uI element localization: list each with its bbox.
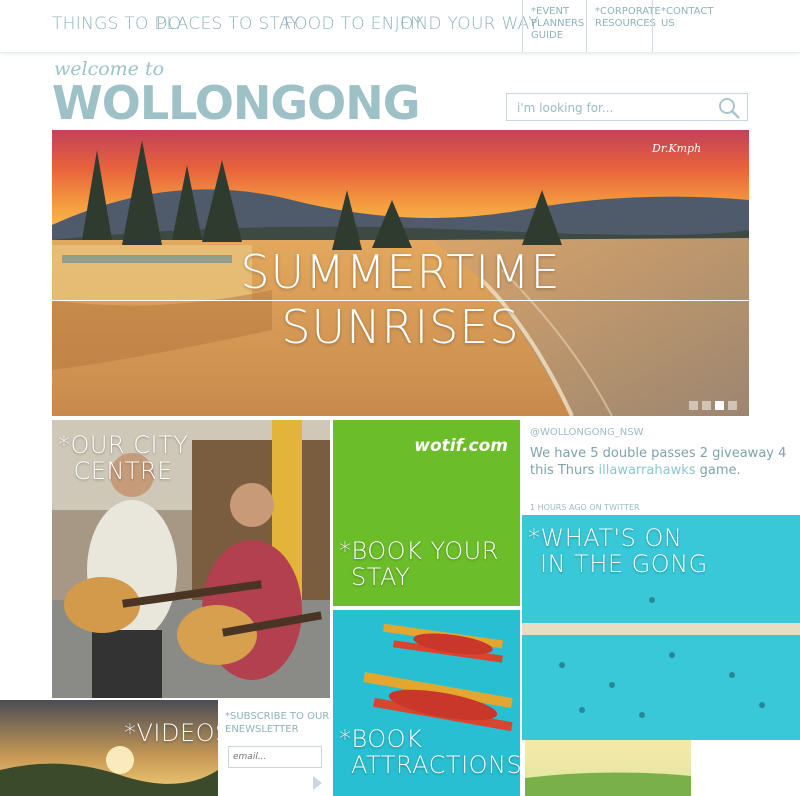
hero-title-line-1: SUMMERTIME [240, 245, 561, 299]
subnav-label-line: *CONTACT [661, 6, 714, 17]
slide-dot[interactable] [702, 401, 711, 410]
search-icon[interactable] [717, 96, 741, 120]
tile-whats-on[interactable]: *WHAT'S ON IN THE GONG [522, 515, 800, 740]
nav-find-your-way[interactable]: FIND YOUR WAY [400, 14, 539, 34]
search-box [506, 93, 748, 121]
tile-book-attractions[interactable]: *BOOK ATTRACTIONS [333, 610, 520, 796]
videos-image [0, 700, 218, 796]
subnav-contact-us[interactable]: *CONTACT US [652, 0, 718, 52]
tile-title-line: *WHAT'S ON [528, 524, 683, 552]
tile-title: *BOOK YOUR STAY [339, 538, 499, 590]
tweet-link[interactable]: illawarrahawks [599, 463, 696, 478]
subnav-label-line: PLANNERS [531, 18, 585, 29]
top-navigation: THINGS TO DO PLACES TO STAY FOOD TO ENJO… [0, 0, 800, 53]
tile-title-line: CENTRE [73, 457, 173, 485]
wotif-logo: wotif.com [414, 436, 508, 456]
tile-partial-landscape[interactable] [525, 740, 691, 796]
tile-title-line: *BOOK YOUR [339, 537, 499, 565]
newsletter-label-line: *SUBSCRIBE TO OUR [225, 711, 330, 722]
landscape-image [525, 740, 691, 796]
tile-title: *BOOK ATTRACTIONS [339, 726, 520, 778]
slide-indicators [689, 401, 737, 410]
subnav-event-planners-guide[interactable]: *EVENT PLANNERS GUIDE [522, 0, 586, 52]
tile-title-line: ATTRACTIONS [351, 751, 520, 779]
search-input[interactable] [515, 98, 709, 118]
newsletter-label-line: ENEWSLETTER [225, 724, 299, 735]
subnav-corporate-resources[interactable]: *CORPORATE RESOURCES [586, 0, 661, 52]
site-logo[interactable]: WOLLONGONG [52, 76, 421, 130]
newsletter-email-input[interactable] [228, 746, 322, 768]
newsletter-submit-icon[interactable] [313, 776, 322, 790]
slide-dot-active[interactable] [715, 401, 724, 410]
tile-title: *VIDEOS [124, 719, 218, 747]
twitter-handle[interactable]: @WOLLONGONG_NSW [530, 427, 643, 438]
hero-title-line-2: SUNRISES [281, 300, 520, 354]
subnav-label-line: RESOURCES [595, 18, 656, 29]
tile-videos[interactable]: *VIDEOS [0, 700, 218, 796]
tile-title-line: IN THE GONG [540, 550, 708, 578]
slide-dot[interactable] [728, 401, 737, 410]
newsletter-label: *SUBSCRIBE TO OUR ENEWSLETTER [225, 710, 329, 736]
subnav-label-line: GUIDE [531, 30, 564, 41]
nav-places-to-stay[interactable]: PLACES TO STAY [156, 14, 300, 34]
tile-book-your-stay[interactable]: wotif.com *BOOK YOUR STAY [333, 420, 520, 606]
tweet-text-part: game. [695, 463, 741, 478]
hero-signature: Dr.Kmph [651, 142, 701, 155]
tile-title-line: *BOOK [339, 725, 423, 753]
subnav-label-line: *EVENT [531, 6, 570, 17]
subnav-label-line: *CORPORATE [595, 6, 661, 17]
hero-slideshow[interactable]: Dr.Kmph SUMMERTIME SUNRISES [52, 130, 749, 416]
twitter-feed: @WOLLONGONG_NSW We have 5 double passes … [522, 420, 800, 514]
tile-our-city-centre[interactable]: *OUR CITY CENTRE [52, 420, 330, 698]
tweet-timestamp: 1 HOURS AGO ON TWITTER [530, 503, 640, 512]
subnav-label-line: US [661, 18, 675, 29]
tile-title: *OUR CITY CENTRE [58, 432, 188, 484]
newsletter-signup: *SUBSCRIBE TO OUR ENEWSLETTER [220, 700, 330, 796]
tile-title-line: *OUR CITY [58, 431, 189, 459]
tweet-text: We have 5 double passes 2 giveaway 4 thi… [530, 445, 790, 479]
tile-title: *WHAT'S ON IN THE GONG [528, 525, 708, 577]
tile-title-line: STAY [351, 563, 411, 591]
slide-dot[interactable] [689, 401, 698, 410]
